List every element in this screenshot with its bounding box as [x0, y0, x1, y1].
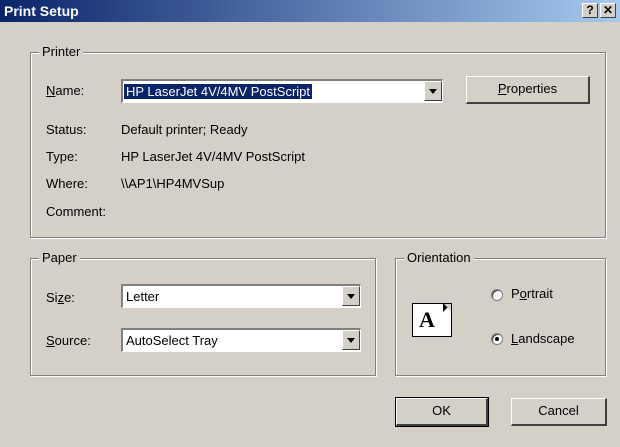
landscape-radio[interactable]: [491, 333, 503, 345]
portrait-radio[interactable]: [491, 289, 503, 301]
cancel-button[interactable]: Cancel: [511, 398, 607, 426]
title-bar[interactable]: Print Setup ? ✕: [0, 0, 620, 22]
orientation-preview-icon: A: [412, 303, 452, 337]
paper-source-value: AutoSelect Tray: [126, 333, 218, 348]
chevron-down-icon: [429, 89, 437, 94]
paper-size-value: Letter: [126, 289, 160, 304]
size-label: Size:: [46, 290, 75, 305]
close-button[interactable]: ✕: [600, 3, 616, 18]
where-label: Where:: [46, 176, 88, 191]
paper-source-select[interactable]: AutoSelect Tray: [121, 328, 361, 352]
status-value: Default printer; Ready: [121, 122, 248, 137]
comment-label: Comment:: [46, 204, 106, 219]
chevron-down-icon: [347, 294, 355, 299]
orientation-group-label: Orientation: [404, 251, 474, 265]
paper-size-select[interactable]: Letter: [121, 284, 361, 308]
printer-name-select[interactable]: HP LaserJet 4V/4MV PostScript: [121, 79, 443, 103]
paper-group-label: Paper: [39, 251, 80, 265]
paper-size-dropdown-button[interactable]: [342, 286, 360, 306]
printer-name-value: HP LaserJet 4V/4MV PostScript: [124, 84, 313, 99]
status-label: Status:: [46, 122, 87, 137]
landscape-label[interactable]: Landscape: [511, 331, 575, 346]
ok-button[interactable]: OK: [395, 397, 489, 427]
help-button[interactable]: ?: [582, 3, 598, 18]
printer-name-dropdown-button[interactable]: [424, 81, 442, 101]
where-value: \\AP1\HP4MVSup: [121, 176, 225, 191]
printer-group-label: Printer: [39, 45, 84, 59]
print-setup-dialog: Print Setup ? ✕ Printer Name: HP LaserJe…: [0, 0, 620, 447]
type-value: HP LaserJet 4V/4MV PostScript: [121, 149, 306, 164]
radio-selected-dot: [495, 337, 499, 341]
portrait-label[interactable]: Portrait: [511, 286, 553, 301]
paper-source-dropdown-button[interactable]: [342, 330, 360, 350]
properties-button[interactable]: Properties: [466, 76, 590, 104]
chevron-down-icon: [347, 338, 355, 343]
orientation-preview-letter: A: [419, 307, 435, 332]
window-title: Print Setup: [4, 3, 79, 19]
type-label: Type:: [46, 149, 78, 164]
paper-group: Paper: [30, 251, 376, 376]
name-label: Name:: [46, 83, 85, 98]
source-label: Source:: [46, 333, 91, 348]
page-fold-mask: [444, 304, 451, 311]
